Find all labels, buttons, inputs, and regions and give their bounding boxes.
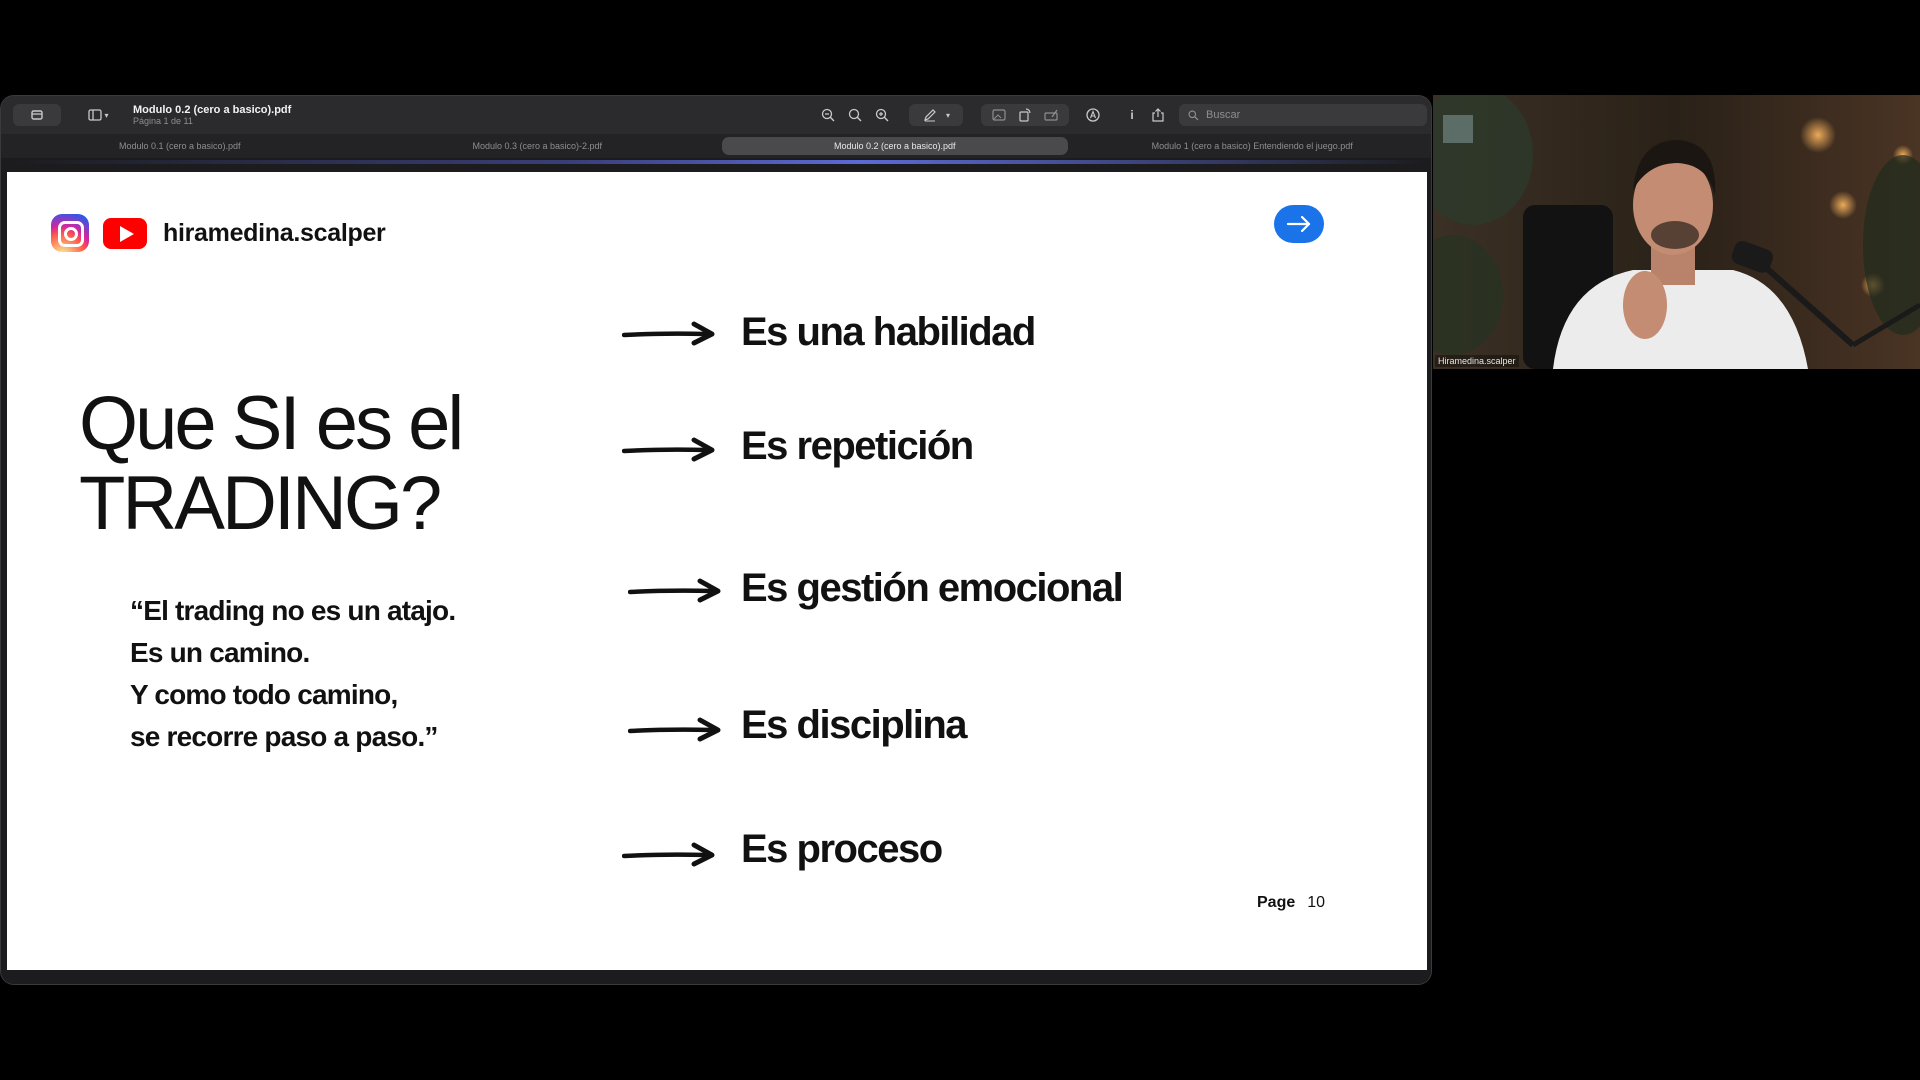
tool-group [981, 104, 1069, 126]
webcam-name-label: Hiramedina.scalper [1435, 355, 1519, 367]
instagram-icon [51, 214, 89, 252]
search-field[interactable]: Buscar [1179, 104, 1427, 126]
sidebar-icon [88, 109, 103, 121]
brush-arrow-icon [622, 321, 715, 346]
page-label: Page [1257, 894, 1296, 911]
info-button[interactable]: i [1121, 104, 1143, 126]
highlight-icon[interactable] [1043, 107, 1059, 123]
bullet-point: Es disciplina [628, 703, 968, 747]
brush-arrow-icon [622, 842, 715, 867]
window-controls-button[interactable] [13, 104, 61, 126]
document-title-block: Modulo 0.2 (cero a basico).pdf Página 1 … [133, 104, 291, 127]
next-slide-button[interactable] [1274, 205, 1324, 243]
brush-arrow-icon [628, 717, 721, 742]
brush-arrow-icon [622, 437, 715, 462]
page-top-edge [8, 160, 1428, 164]
markup-button[interactable]: ▾ [909, 104, 963, 126]
bullet-text: Es gestión emocional [741, 566, 1124, 610]
image-icon[interactable] [991, 107, 1007, 123]
brush-arrow-icon [628, 578, 721, 603]
arrow-right-icon [1286, 215, 1311, 233]
annotate-button[interactable] [1081, 104, 1105, 126]
tab-modulo-0-1[interactable]: Modulo 0.1 (cero a basico).pdf [7, 137, 353, 155]
info-icon: i [1130, 108, 1134, 122]
search-placeholder: Buscar [1206, 109, 1241, 121]
bullet-text: Es disciplina [741, 703, 968, 747]
bullet-text: Es proceso [741, 827, 943, 871]
markup-circle-icon [1086, 108, 1100, 122]
search-icon [1188, 109, 1199, 120]
document-title: Modulo 0.2 (cero a basico).pdf [133, 104, 292, 116]
zoom-in-button[interactable] [870, 104, 894, 126]
page-indicator: Página 1 de 11 [133, 116, 193, 126]
quote-line: Es un camino. [130, 637, 310, 668]
tab-modulo-1[interactable]: Modulo 1 (cero a basico) Entendiendo el … [1080, 137, 1426, 155]
magnifier-icon [848, 108, 862, 122]
zoom-out-icon [821, 108, 835, 122]
page-number-value: 10 [1307, 894, 1326, 911]
zoom-out-button[interactable] [816, 104, 840, 126]
document-tab-bar: Modulo 0.1 (cero a basico).pdf Modulo 0.… [1, 134, 1431, 158]
youtube-icon [103, 217, 147, 249]
actual-size-button[interactable] [843, 104, 867, 126]
chevron-down-icon: ▾ [945, 110, 950, 120]
tab-modulo-0-3[interactable]: Modulo 0.3 (cero a basico)-2.pdf [365, 137, 711, 155]
window-icon [31, 110, 43, 120]
bullet-point: Es gestión emocional [628, 566, 1124, 610]
chevron-down-icon: ▾ [104, 110, 109, 120]
bullet-point: Es repetición [622, 424, 974, 468]
bullet-text: Es una habilidad [741, 310, 1036, 354]
quote-line: se recorre paso a paso.” [130, 721, 438, 752]
pen-icon [924, 109, 936, 122]
webcam-video [1433, 95, 1920, 369]
bullet-point: Es proceso [622, 827, 943, 871]
quote-line: “El trading no es un atajo. [130, 595, 456, 626]
sidebar-toggle-button[interactable]: ▾ [81, 104, 115, 126]
rotate-icon[interactable] [1017, 107, 1033, 123]
viewer-toolbar: ▾ Modulo 0.2 (cero a basico).pdf Página … [1, 96, 1431, 134]
slide-quote: “El trading no es un atajo. Es un camino… [130, 590, 456, 758]
bullet-text: Es repetición [741, 424, 974, 468]
webcam-feed: Hiramedina.scalper [1433, 95, 1920, 369]
share-icon [1152, 108, 1164, 122]
bullet-point: Es una habilidad [622, 310, 1036, 354]
share-button[interactable] [1147, 104, 1169, 126]
page-number: Page 10 [1257, 894, 1325, 912]
tab-modulo-0-2[interactable]: Modulo 0.2 (cero a basico).pdf [722, 137, 1068, 155]
quote-line: Y como todo camino, [130, 679, 398, 710]
zoom-in-icon [875, 108, 889, 122]
pdf-page: hiramedina.scalper Que SI es el TRADING?… [7, 172, 1427, 970]
slide-title: Que SI es el TRADING? [79, 381, 464, 546]
social-handle: hiramedina.scalper [163, 218, 386, 247]
brand-header: hiramedina.scalper [51, 214, 386, 252]
